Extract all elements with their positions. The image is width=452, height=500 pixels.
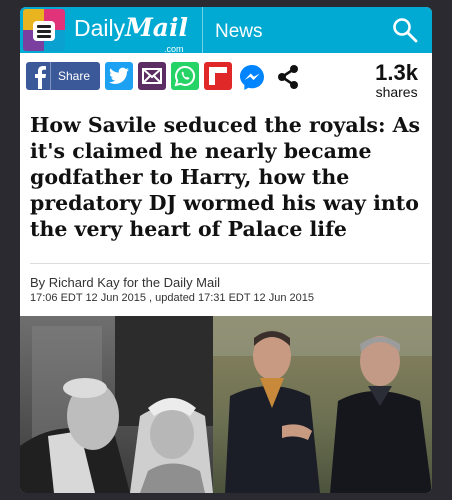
whatsapp-share-button[interactable] xyxy=(171,62,199,90)
logo-mail-text: Mail xyxy=(125,13,188,42)
headline-divider xyxy=(30,263,430,264)
twitter-icon xyxy=(109,67,129,84)
email-share-button[interactable] xyxy=(138,62,166,90)
flipboard-share-button[interactable] xyxy=(204,62,232,90)
hamburger-icon xyxy=(33,21,55,41)
article-timestamp: 17:06 EDT 12 Jun 2015 , updated 17:31 ED… xyxy=(30,292,314,304)
section-news-link[interactable]: News xyxy=(215,21,263,43)
article-byline[interactable]: By Richard Kay for the Daily Mail xyxy=(30,275,220,290)
search-icon[interactable] xyxy=(392,17,418,43)
facebook-share-button[interactable]: Share xyxy=(26,62,100,90)
share-count-number: 1.3k xyxy=(375,60,418,85)
share-icon[interactable] xyxy=(274,63,302,91)
twitter-share-button[interactable] xyxy=(105,62,133,90)
whatsapp-icon xyxy=(174,65,196,87)
top-bar: DailyMail .com News xyxy=(20,7,432,54)
logo-daily-text: Daily xyxy=(74,15,126,41)
app-screen: DailyMail .com News Share 1.3k shares Ho… xyxy=(20,7,432,493)
facebook-share-label: Share xyxy=(58,69,91,83)
menu-button[interactable] xyxy=(23,9,66,52)
email-icon xyxy=(142,68,162,84)
share-count-label: shares xyxy=(375,84,418,100)
share-count: 1.3k shares xyxy=(375,60,418,101)
messenger-icon[interactable] xyxy=(238,63,266,91)
daily-mail-logo[interactable]: DailyMail .com xyxy=(74,13,188,54)
share-bar: Share 1.3k shares xyxy=(20,53,432,105)
facebook-icon xyxy=(35,66,46,89)
article-headline: How Savile seduced the royals: As it's c… xyxy=(30,113,421,241)
topbar-divider xyxy=(202,7,203,53)
article-photo[interactable] xyxy=(20,316,432,493)
flipboard-icon xyxy=(209,67,227,85)
